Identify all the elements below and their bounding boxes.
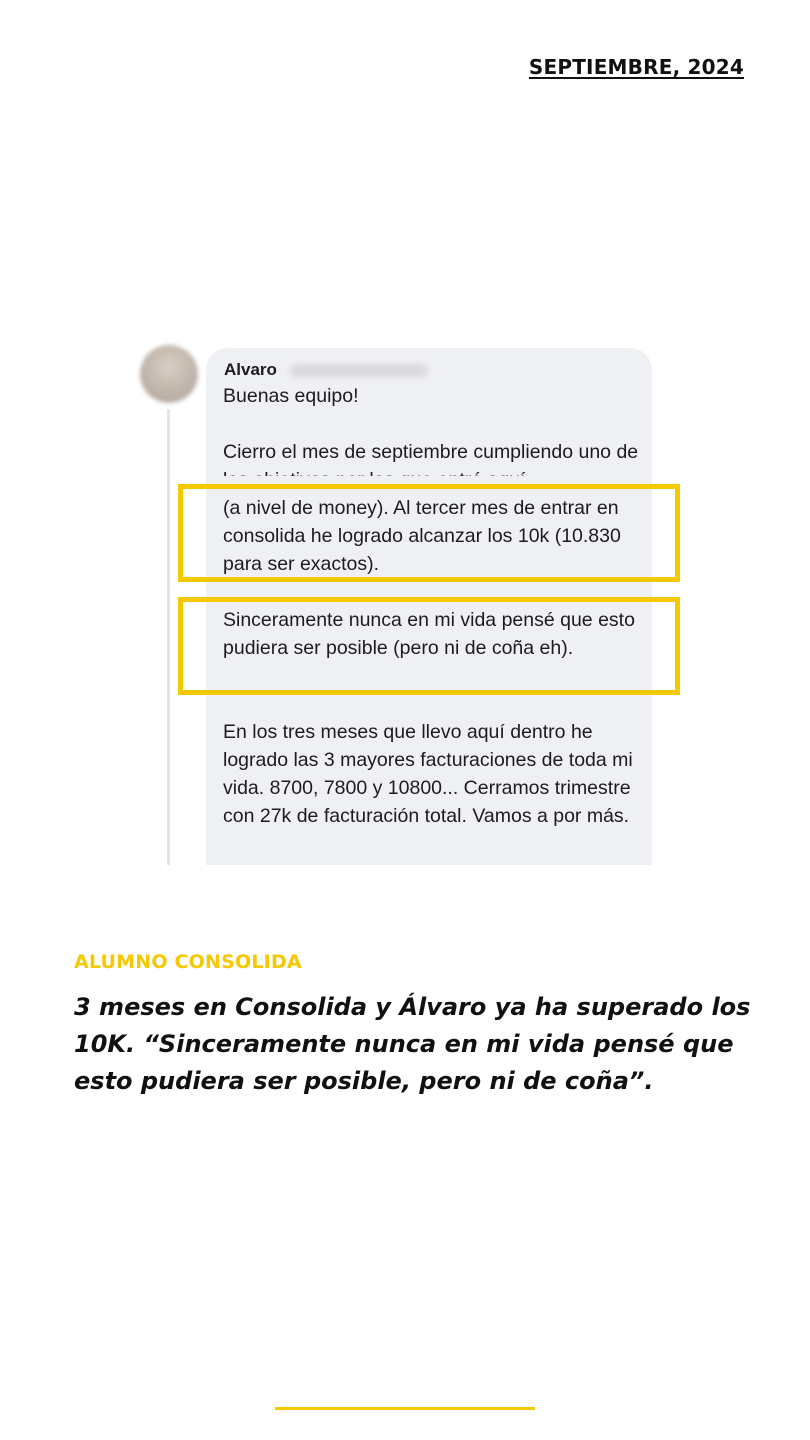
author-name[interactable]: Alvaro	[224, 360, 277, 380]
date-label: SEPTIEMBRE, 2024	[528, 55, 744, 79]
highlight-box-income	[178, 484, 680, 582]
avatar[interactable]	[140, 345, 198, 403]
comment-post: Alvaro Buenas equipo! Cierro el mes de s…	[140, 345, 680, 865]
caption-tag: ALUMNO CONSOLIDA	[74, 951, 302, 973]
highlight-box-quote	[178, 597, 680, 695]
caption-headline: 3 meses en Consolida y Álvaro ya ha supe…	[74, 993, 751, 1095]
footer-divider	[275, 1407, 535, 1410]
message-paragraph-1: Cierro el mes de septiembre cumpliendo u…	[223, 441, 639, 476]
author-surname-blurred	[290, 364, 428, 377]
message-paragraph-3: En los tres meses que llevo aquí dentro …	[223, 721, 633, 827]
thread-line	[167, 409, 170, 865]
message-greeting: Buenas equipo!	[223, 385, 359, 407]
